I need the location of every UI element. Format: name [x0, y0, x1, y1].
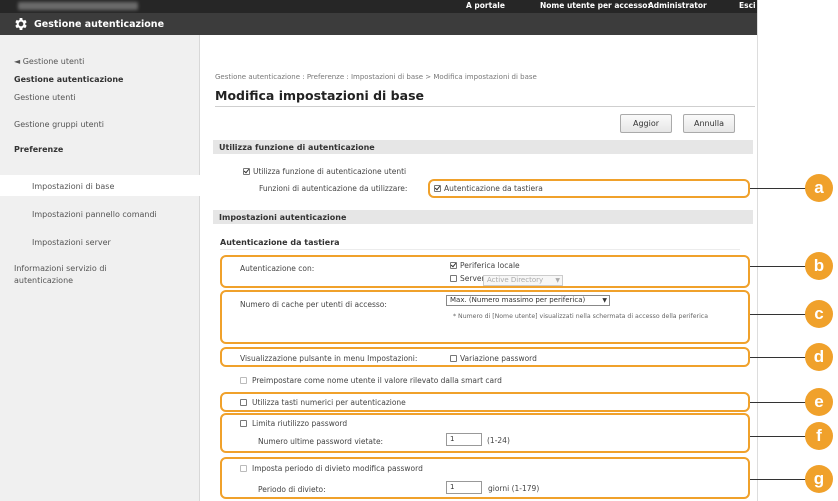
sidebar-item-server-settings[interactable]: Impostazioni server: [32, 238, 111, 247]
sidebar-header-auth-management: Gestione autenticazione: [14, 75, 124, 84]
portal-link[interactable]: A portale: [466, 1, 505, 10]
callout-f: f: [805, 422, 833, 450]
window-title: Gestione autenticazione: [34, 19, 165, 30]
auth-functions-label: Funzioni di autenticazione da utilizzare…: [259, 184, 408, 193]
highlight-frame-b: [220, 255, 750, 288]
leader-line-g: [750, 479, 806, 480]
cancel-button[interactable]: Annulla: [683, 114, 735, 133]
sidebar-item-basic-settings[interactable]: Impostazioni di base: [32, 182, 114, 191]
callout-c: c: [805, 300, 833, 328]
device-name-blurred: [18, 2, 138, 10]
leader-line-a: [750, 188, 806, 189]
callout-e: e: [805, 388, 833, 416]
highlight-frame-c: [220, 290, 750, 344]
logout-link[interactable]: Esci: [739, 1, 756, 10]
leader-line-f: [750, 436, 806, 437]
login-user-value: Administrator: [648, 1, 707, 10]
login-user-label: Nome utente per accesso:: [540, 1, 651, 10]
leader-line-e: [750, 402, 806, 403]
callout-b: b: [805, 252, 833, 280]
leader-line-c: [750, 314, 806, 315]
subsection-keyboard-auth: Autenticazione da tastiera: [220, 238, 340, 247]
update-button[interactable]: Aggior: [620, 114, 672, 133]
section-header-auth-settings: Impostazioni autenticazione: [213, 210, 753, 224]
sidebar-item-auth-service-info[interactable]: Informazioni servizio di: [14, 264, 107, 273]
breadcrumb: Gestione autenticazione : Preferenze : I…: [215, 73, 537, 81]
gear-icon: [15, 18, 27, 30]
highlight-frame-f: [220, 413, 750, 453]
leader-line-d: [750, 357, 806, 358]
sidebar-item-auth-service-info-2[interactable]: autenticazione: [14, 276, 73, 285]
top-bar: A portale Nome utente per accesso: Admin…: [0, 0, 757, 13]
callout-g: g: [805, 465, 833, 493]
sidebar-item-control-panel-settings[interactable]: Impostazioni pannello comandi: [32, 210, 157, 219]
section-header-use-auth: Utilizza funzione di autenticazione: [213, 140, 753, 154]
sidebar-header-preferences: Preferenze: [14, 145, 64, 154]
smartcard-default-label: Preimpostare come nome utente il valore …: [252, 376, 502, 385]
smartcard-default-checkbox[interactable]: [240, 377, 247, 384]
sidebar: ◄ Gestione utenti Gestione autenticazion…: [0, 35, 200, 501]
title-divider: [215, 106, 755, 107]
highlight-frame-d: [220, 347, 750, 367]
sidebar-item-user-management[interactable]: Gestione utenti: [14, 93, 76, 102]
callout-d: d: [805, 343, 833, 371]
enable-auth-checkbox[interactable]: [243, 168, 250, 175]
leader-line-b: [750, 266, 806, 267]
subsection-divider: [220, 249, 740, 250]
highlight-frame-a: [428, 179, 750, 198]
page-title: Modifica impostazioni di base: [215, 88, 424, 103]
enable-auth-label: Utilizza funzione di autenticazione uten…: [253, 167, 407, 176]
highlight-frame-e: [220, 392, 750, 412]
sidebar-back-user-management[interactable]: ◄ Gestione utenti: [14, 57, 84, 66]
title-bar: Gestione autenticazione: [0, 13, 757, 35]
callout-a: a: [805, 174, 833, 202]
highlight-frame-g: [220, 457, 750, 499]
sidebar-item-group-management[interactable]: Gestione gruppi utenti: [14, 120, 104, 129]
